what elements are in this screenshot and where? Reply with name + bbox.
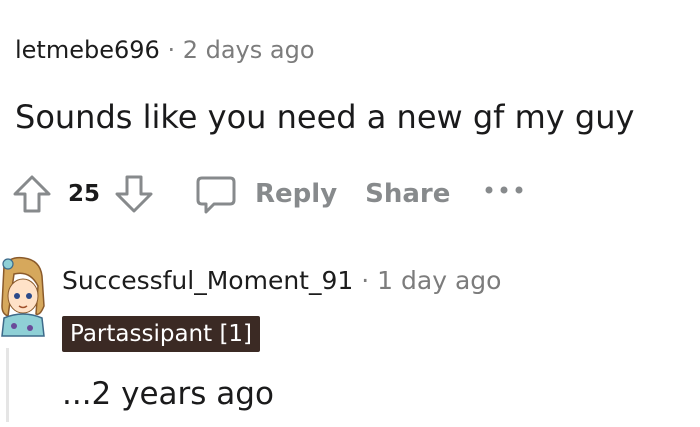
meta-separator: · (167, 36, 176, 64)
meta-separator: · (361, 266, 370, 295)
share-button[interactable]: Share (365, 179, 450, 209)
comment-meta: letmebe696 · 2 days ago (15, 36, 315, 64)
more-options-icon[interactable] (484, 184, 524, 196)
comment-body: Sounds like you need a new gf my guy (15, 98, 635, 136)
upvote-icon[interactable] (10, 172, 54, 216)
comment-actions: 25 Reply Share (10, 170, 524, 218)
reply-button[interactable]: Reply (255, 179, 337, 209)
thread-line[interactable] (6, 348, 9, 422)
comment-timestamp[interactable]: 1 day ago (377, 266, 501, 295)
comment-timestamp[interactable]: 2 days ago (183, 36, 315, 64)
comment-meta: Successful_Moment_91 · 1 day ago (62, 266, 501, 295)
avatar-icon[interactable] (0, 256, 46, 344)
comment-bubble-icon[interactable] (194, 172, 238, 216)
comment-author[interactable]: Successful_Moment_91 (62, 266, 353, 295)
downvote-icon[interactable] (112, 172, 156, 216)
comment-author[interactable]: letmebe696 (15, 36, 160, 64)
comment-body: ...2 years ago (62, 376, 274, 412)
vote-score: 25 (68, 181, 101, 207)
user-flair: Partassipant [1] (62, 316, 261, 352)
